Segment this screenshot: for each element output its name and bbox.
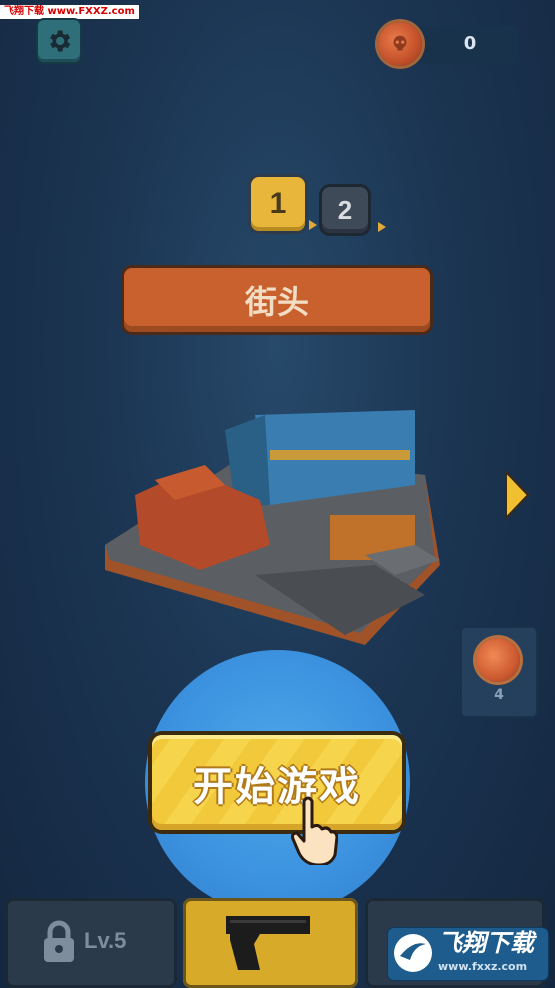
level-1-button[interactable]: 1 <box>251 177 305 231</box>
level-2-button[interactable]: 2 <box>322 187 368 233</box>
pistol-icon <box>226 916 310 970</box>
site-logo-url: www.fxxz.com <box>438 960 528 973</box>
gear-icon <box>50 30 71 52</box>
skull-coin-icon <box>476 638 520 682</box>
level-2-arrow-icon <box>378 222 386 232</box>
settings-button[interactable] <box>38 20 80 62</box>
site-logo-title: 飞翔下载 <box>438 929 534 957</box>
watermark-text: 飞翔下载 www.FXXZ.com <box>0 5 139 19</box>
unlock-level-label: Lv.5 <box>84 928 127 953</box>
coin-count: 0 <box>463 33 477 54</box>
stage-title: 街头 <box>124 268 430 332</box>
reward-count: 4 <box>494 687 504 703</box>
level-1-arrow-icon <box>309 220 317 230</box>
site-logo-icon <box>394 934 432 972</box>
stage-diorama-image <box>105 410 440 645</box>
start-game-button[interactable]: 开始游戏 <box>152 735 402 830</box>
skull-coin-icon <box>378 22 422 66</box>
pointing-hand-icon <box>291 796 338 865</box>
next-stage-arrow-icon[interactable] <box>504 470 530 520</box>
lock-icon <box>44 920 74 962</box>
